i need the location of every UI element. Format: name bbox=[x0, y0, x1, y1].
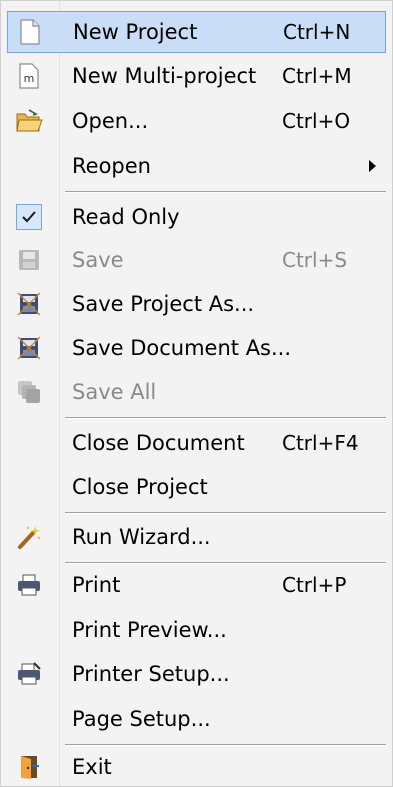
menu-item-shortcut: Ctrl+N bbox=[283, 20, 351, 44]
menu-item-label: Save All bbox=[72, 380, 157, 404]
menu-item-label: Page Setup... bbox=[72, 707, 211, 731]
open-folder-icon bbox=[15, 107, 43, 135]
menu-item-label: Read Only bbox=[72, 205, 180, 229]
menu-item-read-only[interactable]: Read Only bbox=[7, 196, 386, 238]
submenu-arrow-icon bbox=[369, 160, 376, 172]
menu-item-label: New Project bbox=[73, 20, 198, 44]
menu-item-label: Save bbox=[72, 248, 124, 272]
save-as-icon bbox=[15, 334, 43, 362]
menu-item-shortcut: Ctrl+M bbox=[282, 64, 352, 88]
file-menu: New Project Ctrl+N m New Multi-project C… bbox=[0, 0, 393, 787]
save-icon bbox=[15, 246, 43, 274]
menu-item-close-document[interactable]: Close Document Ctrl+F4 bbox=[7, 422, 386, 464]
svg-text:m: m bbox=[24, 72, 35, 85]
checkmark-icon bbox=[15, 203, 43, 231]
menu-separator bbox=[65, 417, 386, 419]
menu-item-run-wizard[interactable]: Run Wizard... bbox=[7, 516, 386, 558]
menu-item-exit[interactable]: Exit bbox=[7, 746, 386, 788]
menu-item-shortcut: Ctrl+F4 bbox=[282, 431, 359, 455]
new-multi-project-icon: m bbox=[15, 62, 43, 90]
menu-item-shortcut: Ctrl+S bbox=[282, 248, 348, 272]
new-project-icon bbox=[16, 18, 44, 46]
menu-item-save-all[interactable]: Save All bbox=[7, 371, 386, 413]
menu-item-close-project[interactable]: Close Project bbox=[7, 466, 386, 508]
menu-item-label: Close Project bbox=[72, 475, 208, 499]
menu-item-save-document-as[interactable]: Save Document As... bbox=[7, 327, 386, 369]
menu-item-save[interactable]: Save Ctrl+S bbox=[7, 239, 386, 281]
menu-item-page-setup[interactable]: Page Setup... bbox=[7, 698, 386, 740]
menu-item-print[interactable]: Print Ctrl+P bbox=[7, 564, 386, 606]
menu-item-label: Reopen bbox=[72, 154, 151, 178]
menu-separator bbox=[65, 191, 386, 193]
menu-item-label: Save Project As... bbox=[72, 292, 255, 316]
wizard-wand-icon bbox=[15, 523, 43, 551]
save-as-icon bbox=[15, 290, 43, 318]
menu-item-shortcut: Ctrl+O bbox=[282, 109, 351, 133]
save-all-icon bbox=[15, 378, 43, 406]
menu-item-label: Save Document As... bbox=[72, 336, 292, 360]
menu-item-print-preview[interactable]: Print Preview... bbox=[7, 609, 386, 651]
menu-item-new-multi-project[interactable]: m New Multi-project Ctrl+M bbox=[7, 55, 386, 97]
printer-setup-icon bbox=[15, 660, 43, 688]
menu-item-shortcut: Ctrl+P bbox=[282, 573, 347, 597]
menu-item-label: Run Wizard... bbox=[72, 525, 211, 549]
exit-door-icon bbox=[15, 753, 43, 781]
menu-item-label: Printer Setup... bbox=[72, 662, 230, 686]
menu-item-label: Print Preview... bbox=[72, 618, 227, 642]
menu-item-reopen[interactable]: Reopen bbox=[7, 145, 386, 187]
menu-item-label: Open... bbox=[72, 109, 149, 133]
menu-item-label: New Multi-project bbox=[72, 64, 257, 88]
menu-item-save-project-as[interactable]: Save Project As... bbox=[7, 283, 386, 325]
menu-item-new-project[interactable]: New Project Ctrl+N bbox=[7, 11, 386, 53]
menu-item-printer-setup[interactable]: Printer Setup... bbox=[7, 653, 386, 695]
menu-item-label: Exit bbox=[72, 755, 112, 779]
menu-item-label: Close Document bbox=[72, 431, 245, 455]
menu-separator bbox=[65, 512, 386, 514]
menu-item-label: Print bbox=[72, 573, 121, 597]
printer-icon bbox=[15, 571, 43, 599]
menu-item-open[interactable]: Open... Ctrl+O bbox=[7, 100, 386, 142]
